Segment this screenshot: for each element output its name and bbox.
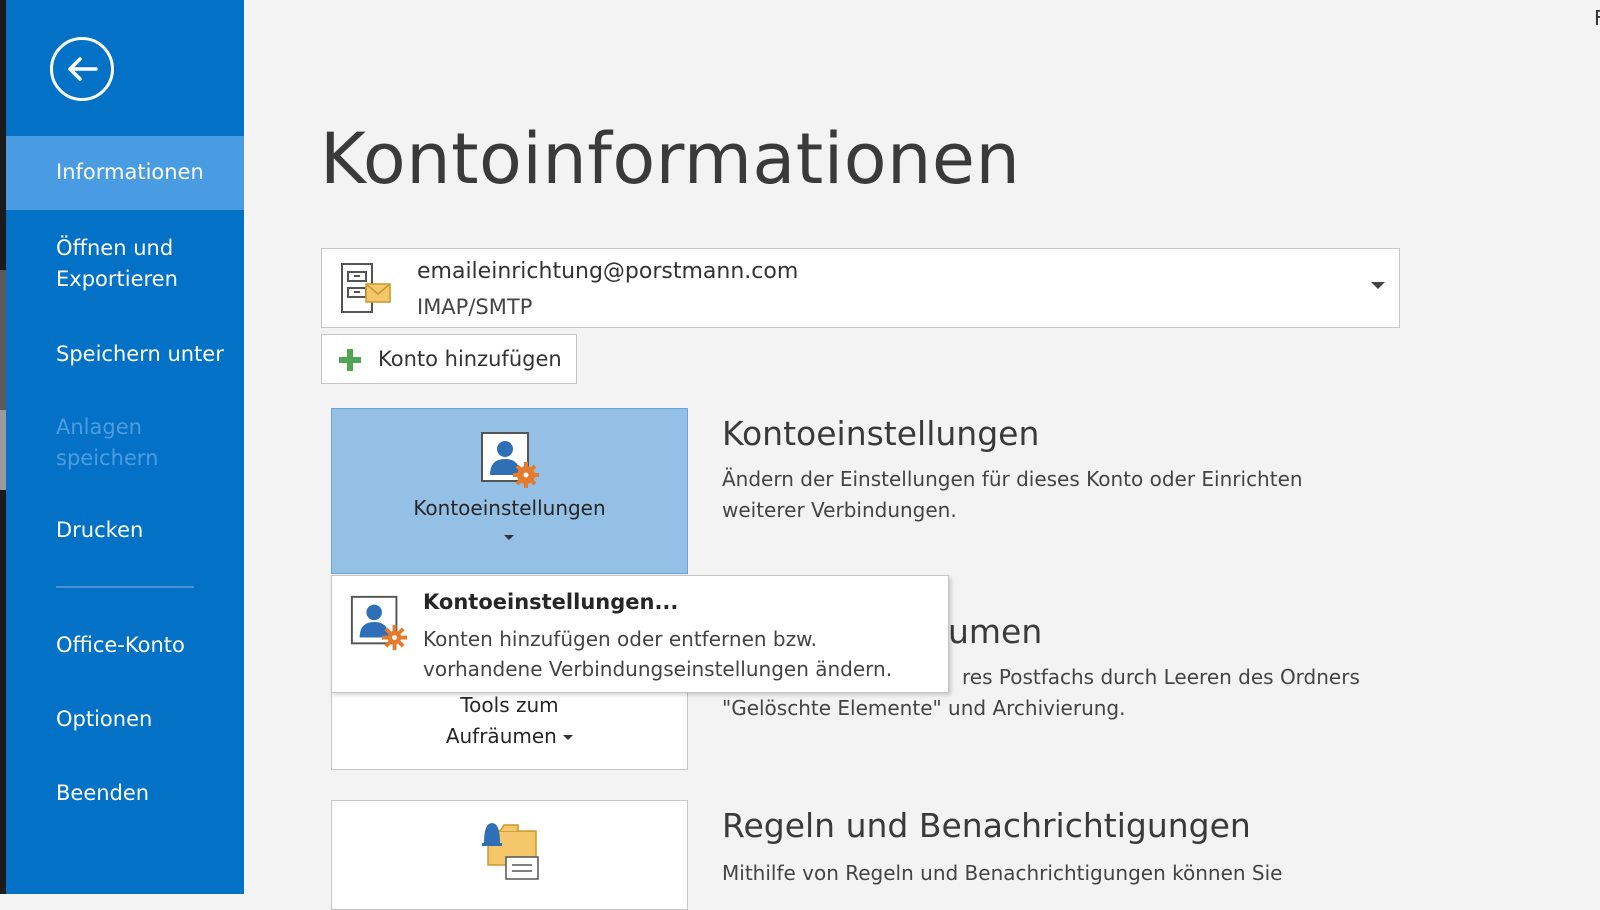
- account-email: emaileinrichtung@porstmann.com: [417, 259, 799, 284]
- sidebar-item-beenden[interactable]: Beenden: [6, 778, 244, 809]
- section-desc-rules: Mithilfe von Regeln und Benachrichtigung…: [722, 861, 1283, 885]
- account-settings-icon: [481, 432, 539, 488]
- account-envelope-icon: [341, 263, 391, 313]
- tile-label: Kontoeinstellungen: [413, 496, 606, 520]
- sidebar-item-label: Exportieren: [56, 267, 178, 291]
- page-title: Kontoinformationen: [320, 118, 1021, 200]
- chevron-down-icon: [563, 735, 574, 740]
- desc-line: Konten hinzufügen oder entfernen bzw.: [423, 627, 817, 651]
- section-title-account-settings: Kontoeinstellungen: [722, 414, 1040, 453]
- sidebar-item-anlagen-speichern: Anlagen speichern: [6, 412, 244, 474]
- account-type: IMAP/SMTP: [417, 295, 533, 319]
- sidebar-item-office-konto[interactable]: Office-Konto: [6, 630, 244, 661]
- desc-line: weiterer Verbindungen.: [722, 498, 957, 522]
- desc-line: Ändern der Einstellungen für dieses Kont…: [722, 467, 1303, 491]
- section-title-rules: Regeln und Benachrichtigungen: [722, 806, 1251, 845]
- add-account-label: Konto hinzufügen: [378, 347, 562, 371]
- rules-alerts-icon: [482, 823, 539, 880]
- sidebar-item-label: Beenden: [56, 781, 150, 805]
- sidebar-item-label: Informationen: [56, 160, 204, 184]
- plus-icon: [339, 349, 361, 371]
- dropdown-item-title: Kontoeinstellungen...: [423, 590, 679, 614]
- tile-label: Aufräumen: [332, 724, 687, 748]
- desc-line: vorhandene Verbindungseinstellungen ände…: [423, 657, 893, 681]
- sidebar-item-label: speichern: [56, 446, 159, 470]
- section-title-cleanup: umen: [948, 612, 1043, 651]
- sidebar-item-label: Anlagen: [56, 415, 142, 439]
- tile-label: Tools zum: [460, 693, 559, 717]
- sidebar-item-speichern-unter[interactable]: Speichern unter: [6, 339, 244, 370]
- tile-label-text: Aufräumen: [445, 724, 557, 748]
- sidebar-item-optionen[interactable]: Optionen: [6, 704, 244, 735]
- backstage-sidebar: Informationen Öffnen und Exportieren Spe…: [6, 0, 244, 894]
- desc-line: "Gelöschte Elemente" und Archivierung.: [722, 696, 1126, 720]
- add-account-button[interactable]: Konto hinzufügen: [321, 334, 577, 384]
- sidebar-item-label: Drucken: [56, 518, 144, 542]
- sidebar-item-label: Office-Konto: [56, 633, 185, 657]
- sidebar-item-label: Öffnen und: [56, 236, 174, 260]
- dropdown-item-desc: Konten hinzufügen oder entfernen bzw. vo…: [423, 624, 943, 684]
- account-selector[interactable]: emaileinrichtung@porstmann.com IMAP/SMTP: [321, 248, 1400, 328]
- sidebar-item-label: Optionen: [56, 707, 153, 731]
- sidebar-item-label: Speichern unter: [56, 342, 224, 366]
- clipped-header-text: F: [1594, 6, 1600, 30]
- back-button[interactable]: [50, 37, 114, 101]
- chevron-down-icon: [504, 535, 514, 540]
- account-settings-icon: [350, 595, 408, 651]
- sidebar-item-drucken[interactable]: Drucken: [6, 515, 244, 546]
- dropdown-caret-icon[interactable]: [1371, 282, 1385, 289]
- sidebar-item-oeffnen-exportieren[interactable]: Öffnen und Exportieren: [6, 233, 244, 295]
- back-arrow-icon: [68, 57, 98, 81]
- account-settings-dropdown-item[interactable]: Kontoeinstellungen... Konten hinzufügen …: [331, 575, 949, 693]
- account-settings-tile[interactable]: Kontoeinstellungen: [331, 408, 688, 574]
- section-desc-account-settings: Ändern der Einstellungen für dieses Kont…: [722, 464, 1422, 526]
- sidebar-item-informationen[interactable]: Informationen: [6, 136, 244, 210]
- sidebar-divider: [56, 586, 194, 588]
